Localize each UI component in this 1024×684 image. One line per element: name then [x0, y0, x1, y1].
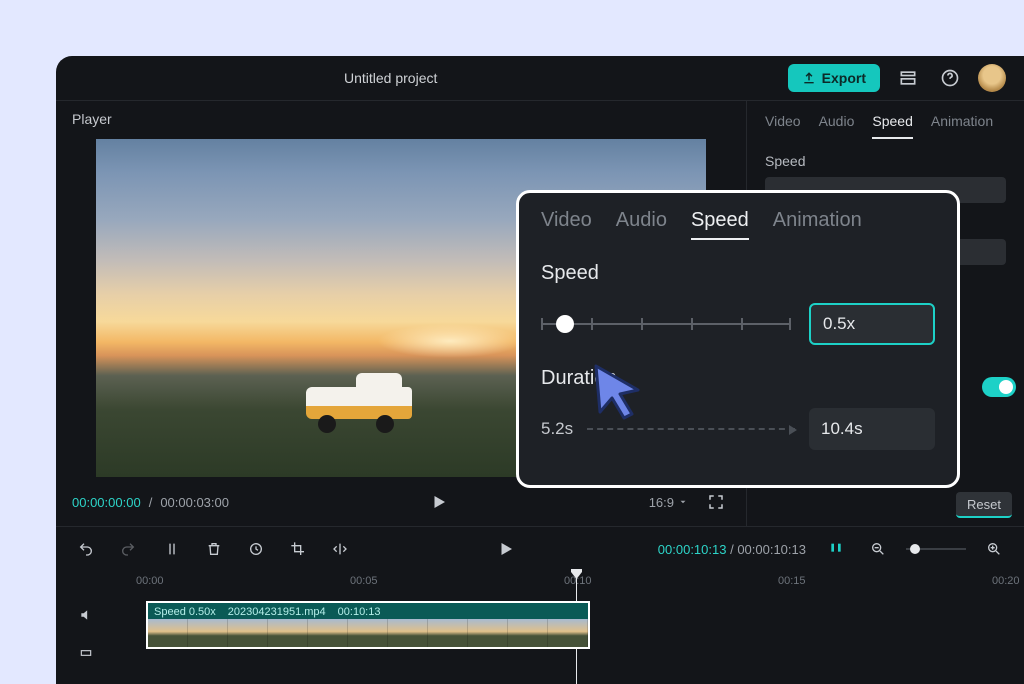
side-speed-label: Speed — [765, 153, 1006, 169]
speed-toggle[interactable] — [982, 377, 1016, 397]
popup-tab-audio[interactable]: Audio — [616, 209, 667, 240]
magnet-icon[interactable] — [822, 535, 850, 563]
popup-speed-label: Speed — [541, 262, 935, 285]
play-icon[interactable] — [425, 488, 453, 516]
speed-slider-thumb[interactable] — [556, 315, 574, 333]
export-button[interactable]: Export — [788, 64, 880, 92]
export-label: Export — [822, 70, 866, 86]
collapse-icon[interactable] — [72, 639, 100, 667]
fullscreen-icon[interactable] — [702, 488, 730, 516]
zoom-in-icon[interactable] — [980, 535, 1008, 563]
tab-speed[interactable]: Speed — [872, 113, 912, 139]
volume-icon[interactable] — [72, 601, 100, 629]
speed-slider[interactable] — [541, 323, 791, 325]
duration-to[interactable]: 10.4s — [809, 408, 935, 450]
speed-value-input[interactable]: 0.5x — [809, 303, 935, 345]
tab-animation[interactable]: Animation — [931, 113, 993, 139]
upload-icon — [802, 71, 816, 85]
project-title: Untitled project — [344, 70, 437, 86]
popup-tab-video[interactable]: Video — [541, 209, 592, 240]
timeline-tracks: Speed 0.50x 202304231951.mp4 00:10:13 — [56, 593, 1024, 684]
aspect-ratio-dropdown[interactable]: 16:9 — [649, 495, 688, 510]
duration-from: 5.2s — [541, 419, 573, 439]
cursor-icon — [588, 360, 652, 424]
speed-popup: Video Audio Speed Animation Speed 0.5x D… — [516, 190, 960, 488]
preview-time-current: 00:00:00:00 — [72, 495, 141, 510]
timeline-play-icon[interactable] — [492, 535, 520, 563]
reset-button[interactable]: Reset — [956, 492, 1012, 518]
avatar[interactable] — [978, 64, 1006, 92]
top-bar: Untitled project Export — [56, 56, 1024, 100]
zoom-out-icon[interactable] — [864, 535, 892, 563]
speed-ramp-icon[interactable] — [242, 535, 270, 563]
undo-icon[interactable] — [72, 535, 100, 563]
zoom-slider[interactable] — [906, 548, 966, 550]
duration-arrow-icon — [587, 428, 795, 430]
flip-icon[interactable] — [326, 535, 354, 563]
split-icon[interactable] — [158, 535, 186, 563]
tab-video[interactable]: Video — [765, 113, 801, 139]
clip-label: Speed 0.50x 202304231951.mp4 00:10:13 — [154, 606, 380, 618]
popup-tab-animation[interactable]: Animation — [773, 209, 862, 240]
preview-time-total: 00:00:03:00 — [160, 495, 229, 510]
popup-tab-speed[interactable]: Speed — [691, 209, 749, 240]
timeline-time: 00:00:10:13 / 00:00:10:13 — [658, 542, 806, 557]
video-clip[interactable]: Speed 0.50x 202304231951.mp4 00:10:13 — [146, 601, 590, 649]
crop-icon[interactable] — [284, 535, 312, 563]
trash-icon[interactable] — [200, 535, 228, 563]
shelf-icon[interactable] — [894, 64, 922, 92]
timeline-ruler[interactable]: 00:00 00:05 00:10 00:15 00:20 — [56, 571, 1024, 593]
help-icon[interactable] — [936, 64, 964, 92]
player-label: Player — [56, 101, 746, 137]
tab-audio[interactable]: Audio — [819, 113, 855, 139]
timeline-toolbar: 00:00:10:13 / 00:00:10:13 — [56, 527, 1024, 571]
redo-icon[interactable] — [114, 535, 142, 563]
side-tabs: Video Audio Speed Animation — [747, 101, 1024, 139]
timeline-panel: 00:00:10:13 / 00:00:10:13 00:00 00:05 00… — [56, 526, 1024, 684]
